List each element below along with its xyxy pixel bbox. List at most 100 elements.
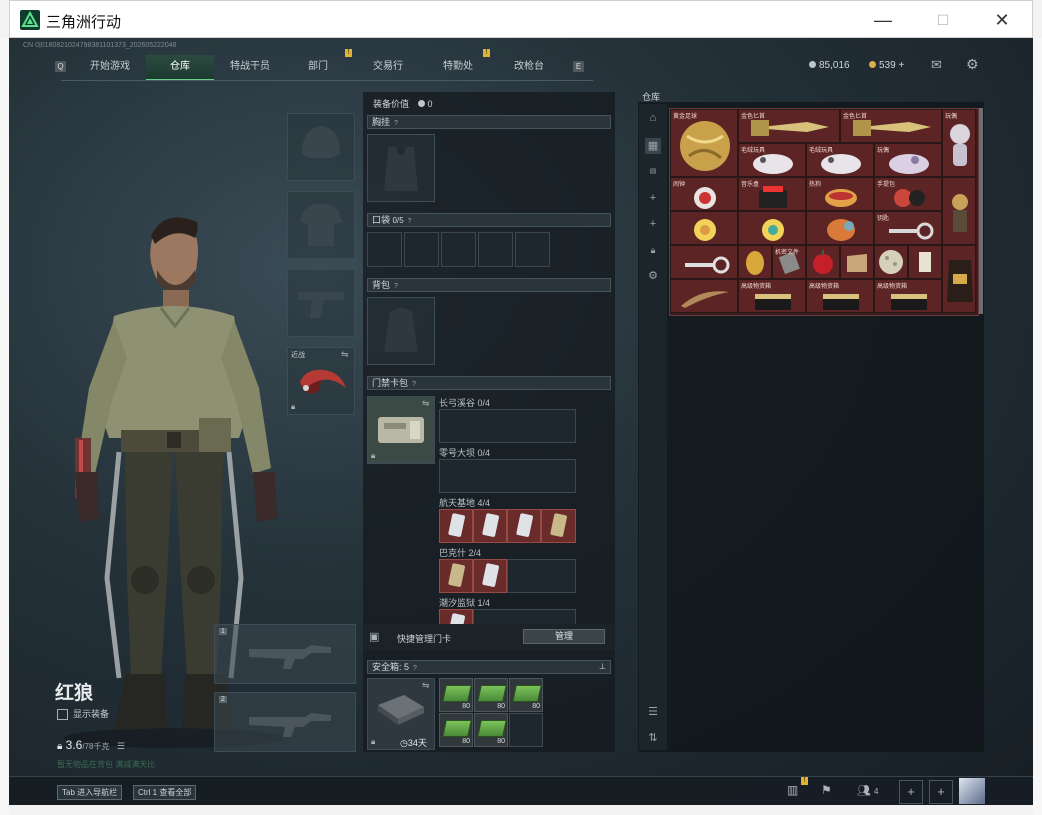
keycard-item[interactable]	[439, 509, 473, 543]
plush-toy-item[interactable]: 毛绒玩具	[738, 143, 806, 177]
keycard-case-help-icon[interactable]: ?	[412, 379, 416, 391]
card-item[interactable]	[908, 245, 942, 279]
backpack-help-icon[interactable]: ?	[394, 281, 398, 293]
keycard-row-empty[interactable]	[473, 609, 576, 625]
helmet-slot[interactable]	[287, 113, 355, 181]
tab-trading[interactable]: 交易行	[355, 55, 421, 79]
warehouse-scrollbar[interactable]	[979, 108, 983, 314]
add-tab-icon[interactable]: +	[645, 216, 661, 232]
silver-currency[interactable]: 85,016	[809, 60, 850, 71]
keycard-item[interactable]	[507, 509, 541, 543]
tab-gunsmith[interactable]: 改枪台	[497, 55, 561, 79]
plush-toy-item[interactable]	[738, 211, 806, 245]
gold-ball-item[interactable]: 黄金足球	[670, 109, 738, 177]
minimize-button[interactable]: —	[863, 6, 903, 34]
show-equipment-checkbox[interactable]	[57, 709, 68, 721]
ammo-box-item[interactable]: 80	[439, 713, 473, 747]
handbag-item[interactable]: 手提包	[874, 177, 942, 211]
swap-icon[interactable]: ⇋	[422, 680, 430, 691]
maximize-button[interactable]: ☐	[923, 6, 963, 34]
lock-icon[interactable]: 🔒︎	[645, 242, 661, 258]
pockets-help-icon[interactable]: ?	[408, 216, 412, 228]
plush-toy-item[interactable]	[670, 211, 738, 245]
safebox-slot[interactable]: ⇋ 🔒︎ ◷34天	[367, 678, 435, 750]
gold-currency[interactable]: 539 +	[869, 60, 904, 71]
close-button[interactable]: ✕	[982, 6, 1022, 34]
add-tab-icon[interactable]: +	[645, 190, 661, 206]
keycard-row-longbow[interactable]	[439, 409, 576, 443]
signal-icon[interactable]: ▥	[787, 783, 798, 797]
tab-shortcut-hint[interactable]: Tab 进入导航栏	[57, 785, 123, 800]
pocket-cell[interactable]	[367, 232, 402, 267]
weight-list-icon[interactable]: ☰	[117, 741, 125, 751]
ctrl-shortcut-hint[interactable]: Ctrl 1 查看全部	[133, 785, 197, 800]
fossil-item[interactable]	[874, 245, 908, 279]
pocket-cell[interactable]	[478, 232, 513, 267]
keycard-item[interactable]	[473, 509, 507, 543]
warehouse-tab-icon[interactable]: ▤	[645, 164, 661, 180]
ammo-box-item[interactable]: 80	[474, 678, 508, 712]
keycard-row-empty[interactable]	[507, 559, 576, 593]
ammo-box-item[interactable]: 80	[509, 678, 543, 712]
supply-crate-item[interactable]: 高级物资箱	[738, 279, 806, 313]
flag-icon[interactable]: ⚑	[821, 783, 832, 797]
manage-button[interactable]: 管理	[523, 629, 605, 644]
pocket-cell[interactable]	[515, 232, 550, 267]
sort-icon[interactable]: ⇅	[645, 730, 661, 746]
apple-item[interactable]	[806, 245, 840, 279]
coffee-bag-item[interactable]	[942, 245, 976, 313]
pistol-slot[interactable]	[287, 269, 355, 337]
add-squad-slot-button[interactable]: +	[929, 780, 953, 804]
gold-dagger-item[interactable]: 金色匕首	[840, 109, 942, 143]
warehouse-tab-selected-icon[interactable]: ▦	[645, 138, 661, 154]
chest-rig-slot[interactable]	[367, 134, 435, 202]
clock-item[interactable]: 闹钟	[670, 177, 738, 211]
keycard-item[interactable]	[473, 559, 507, 593]
supply-crate-item[interactable]: 高级物资箱	[806, 279, 874, 313]
tab-operators[interactable]: 特战干员	[219, 55, 281, 79]
pocket-cell[interactable]	[441, 232, 476, 267]
pocket-cell[interactable]	[404, 232, 439, 267]
squad-indicator[interactable]: 👥︎ 4	[857, 784, 878, 797]
body-armor-slot[interactable]	[287, 191, 355, 259]
mail-icon[interactable]: ✉	[931, 57, 942, 73]
primary-weapon-slot-1[interactable]: 1	[214, 624, 356, 684]
doll-item[interactable]: 玩偶	[942, 109, 976, 177]
keycard-item[interactable]	[439, 609, 473, 625]
tab-department[interactable]: 部门 !	[289, 49, 352, 79]
show-equipment-toggle[interactable]: 显示装备	[57, 707, 109, 721]
chest-rig-help-icon[interactable]: ?	[394, 118, 398, 130]
player-avatar[interactable]	[959, 778, 985, 804]
tab-special-ops[interactable]: 特勤处 !	[427, 49, 490, 79]
plush-toy-item[interactable]: 毛绒玩具	[806, 143, 874, 177]
keycard-item[interactable]	[541, 509, 576, 543]
primary-weapon-slot-2[interactable]: 2	[214, 692, 356, 752]
cake-item[interactable]	[806, 211, 874, 245]
ammo-box-item[interactable]: 80	[439, 678, 473, 712]
ammo-box-item[interactable]: 80	[474, 713, 508, 747]
settings-small-icon[interactable]: ⚙	[645, 268, 661, 284]
swap-icon[interactable]: ⇋	[422, 398, 430, 409]
figurine-item[interactable]	[942, 177, 976, 245]
claw-item[interactable]	[670, 279, 738, 313]
doll-item[interactable]: 玩偶	[874, 143, 942, 177]
pin-icon[interactable]: ⊥	[599, 661, 606, 673]
bag-item[interactable]	[840, 245, 874, 279]
gold-dagger-item[interactable]: 金色匕首	[738, 109, 840, 143]
safebox-help-icon[interactable]: ?	[413, 663, 417, 675]
settings-gear-icon[interactable]: ⚙	[966, 56, 979, 73]
keycard-row-dam[interactable]	[439, 459, 576, 493]
keycard-item[interactable]	[439, 559, 473, 593]
music-box-item[interactable]: 音乐盒	[738, 177, 806, 211]
backpack-slot[interactable]	[367, 297, 435, 365]
keycard-case-slot[interactable]: ⇋ 🔒︎	[367, 396, 435, 464]
melee-slot[interactable]: 近战 ⇋ 🔒︎	[287, 347, 355, 415]
hot-dog-item[interactable]: 热狗	[806, 177, 874, 211]
document-item[interactable]: 机密文件	[772, 245, 806, 279]
key-item[interactable]	[670, 245, 738, 279]
swap-icon[interactable]: ⇋	[341, 349, 349, 360]
tab-warehouse[interactable]: 仓库	[146, 55, 214, 81]
gold-egg-item[interactable]	[738, 245, 772, 279]
layers-icon[interactable]: ☰	[645, 704, 661, 720]
supply-crate-item[interactable]: 高级物资箱	[874, 279, 942, 313]
